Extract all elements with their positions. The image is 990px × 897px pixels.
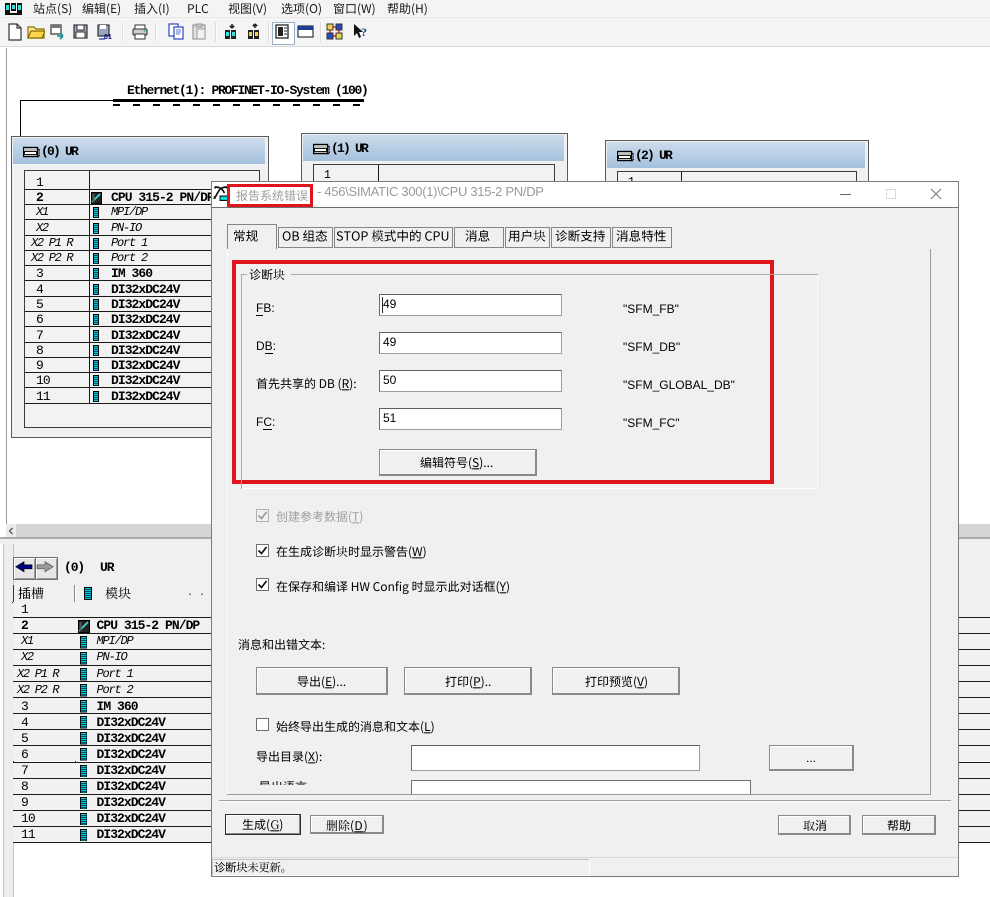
svg-text:01: 01 [104, 34, 112, 41]
svg-text:?: ? [361, 25, 367, 39]
